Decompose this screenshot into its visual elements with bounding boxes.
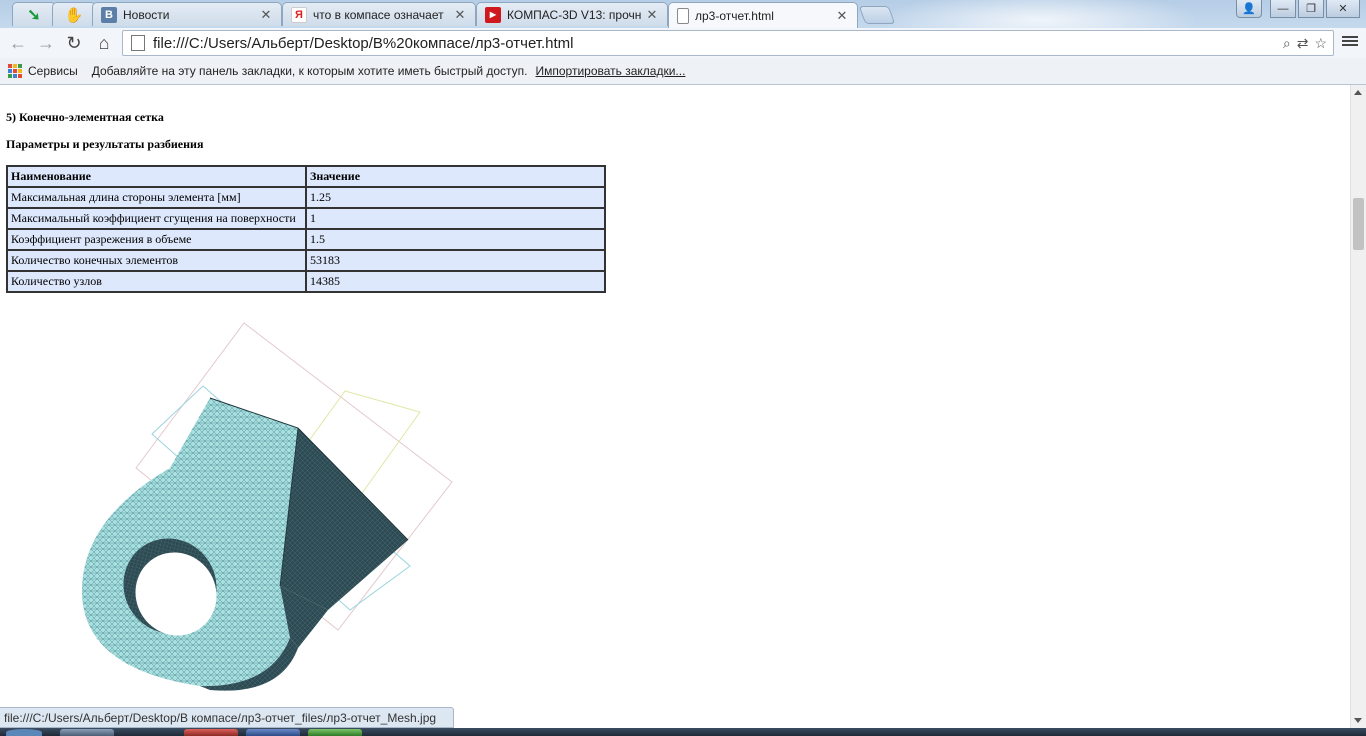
bookmarks-hint: Добавляйте на эту панель закладки, к кот… xyxy=(91,64,528,78)
param-name: Коэффициент разрежения в объеме xyxy=(6,228,307,251)
param-name: Максимальная длина стороны элемента [мм] xyxy=(6,186,307,209)
param-name: Максимальный коэффициент сгущения на пов… xyxy=(6,207,307,230)
bookmarks-bar: Сервисы Добавляйте на эту панель закладк… xyxy=(0,58,1366,85)
mesh-parameters-table: Наименование Значение Максимальная длина… xyxy=(6,165,606,293)
tab-novosti[interactable]: В Новости ✕ xyxy=(92,2,282,26)
import-bookmarks-link[interactable]: Импортировать закладки... xyxy=(536,64,686,78)
minimize-button[interactable]: — xyxy=(1270,0,1296,18)
taskbar-item[interactable] xyxy=(246,729,300,736)
new-tab-button[interactable] xyxy=(858,6,896,24)
tab-title: что в компасе означает xyxy=(313,7,444,22)
vertical-scrollbar[interactable] xyxy=(1350,85,1366,728)
param-value: 14385 xyxy=(305,270,606,293)
param-name: Количество конечных элементов xyxy=(6,249,307,272)
tab-pinned-1[interactable]: ➘ xyxy=(12,2,56,26)
table-row: Количество узлов 14385 xyxy=(6,270,606,293)
tab-title: лр3-отчет.html xyxy=(695,8,774,23)
tab-title: Новости xyxy=(123,7,170,22)
maximize-button[interactable]: ❐ xyxy=(1298,0,1324,18)
status-url-bubble: file:///C:/Users/Альберт/Desktop/В компа… xyxy=(0,707,454,728)
column-header: Значение xyxy=(305,165,606,188)
close-icon[interactable]: ✕ xyxy=(453,7,467,23)
scroll-up-icon[interactable] xyxy=(1354,90,1362,95)
navigation-toolbar: ← → ↻ ⌂ ⌕ ⇄ ☆ xyxy=(0,28,1366,58)
tab-pinned-2[interactable]: ✋ xyxy=(52,2,96,26)
close-window-button[interactable]: ✕ xyxy=(1326,0,1360,18)
scrollbar-thumb[interactable] xyxy=(1353,198,1364,250)
page-icon xyxy=(131,35,145,51)
tab-title: КОМПАС-3D V13: прочно xyxy=(507,7,641,22)
table-header-row: Наименование Значение xyxy=(6,165,606,188)
param-value: 1.5 xyxy=(305,228,606,251)
window-controls: 👤 — ❐ ✕ xyxy=(1234,0,1360,18)
youtube-icon: ▶ xyxy=(485,6,501,23)
param-value: 53183 xyxy=(305,249,606,272)
page-content: 5) Конечно-элементная сетка Параметры и … xyxy=(0,85,1350,728)
address-bar[interactable]: ⌕ ⇄ ☆ xyxy=(122,30,1334,56)
table-row: Количество конечных элементов 53183 xyxy=(6,249,606,272)
search-icon[interactable]: ⌕ xyxy=(1283,35,1291,52)
table-row: Коэффициент разрежения в объеме 1.5 xyxy=(6,228,606,251)
taskbar-start-orb[interactable] xyxy=(6,729,42,736)
reload-button[interactable]: ↻ xyxy=(62,31,86,55)
apps-link[interactable]: Сервисы xyxy=(28,64,78,78)
table-row: Максимальная длина стороны элемента [мм]… xyxy=(6,186,606,209)
user-icon[interactable]: 👤 xyxy=(1236,0,1262,18)
tab-lr3-otchet[interactable]: лр3-отчет.html ✕ xyxy=(668,2,858,28)
os-taskbar xyxy=(0,728,1366,736)
tab-youtube[interactable]: ▶ КОМПАС-3D V13: прочно ✕ xyxy=(476,2,668,26)
apps-icon[interactable] xyxy=(8,64,22,78)
subheading: Параметры и результаты разбиения xyxy=(6,137,204,151)
close-icon[interactable]: ✕ xyxy=(259,7,273,23)
vk-icon: В xyxy=(101,6,117,23)
param-value: 1.25 xyxy=(305,186,606,209)
red-hand-icon: ✋ xyxy=(64,6,84,24)
address-input[interactable] xyxy=(153,34,1283,52)
mesh-image[interactable] xyxy=(70,318,470,693)
column-header: Наименование xyxy=(6,165,307,188)
back-button[interactable]: ← xyxy=(6,31,30,55)
scroll-down-icon[interactable] xyxy=(1354,718,1362,723)
param-name: Количество узлов xyxy=(6,270,307,293)
tab-yandex-search[interactable]: Я что в компасе означает ✕ xyxy=(282,2,476,26)
taskbar-item[interactable] xyxy=(60,729,114,736)
section-heading: 5) Конечно-элементная сетка xyxy=(6,110,164,124)
table-row: Максимальный коэффициент сгущения на пов… xyxy=(6,207,606,230)
home-button[interactable]: ⌂ xyxy=(92,31,116,55)
tab-strip: ➘ ✋ В Новости ✕ Я что в компасе означает… xyxy=(0,0,1366,28)
translate-icon[interactable]: ⇄ xyxy=(1297,35,1309,52)
page-icon xyxy=(677,7,689,24)
green-arrow-icon: ➘ xyxy=(27,6,41,24)
yandex-icon: Я xyxy=(291,6,307,23)
taskbar-item[interactable] xyxy=(184,729,238,736)
star-icon[interactable]: ☆ xyxy=(1314,35,1327,52)
menu-icon[interactable] xyxy=(1342,34,1358,50)
close-icon[interactable]: ✕ xyxy=(645,7,659,23)
forward-button[interactable]: → xyxy=(34,31,58,55)
browser-chrome: ➘ ✋ В Новости ✕ Я что в компасе означает… xyxy=(0,0,1366,85)
taskbar-item[interactable] xyxy=(308,729,362,736)
param-value: 1 xyxy=(305,207,606,230)
close-icon[interactable]: ✕ xyxy=(835,8,849,24)
